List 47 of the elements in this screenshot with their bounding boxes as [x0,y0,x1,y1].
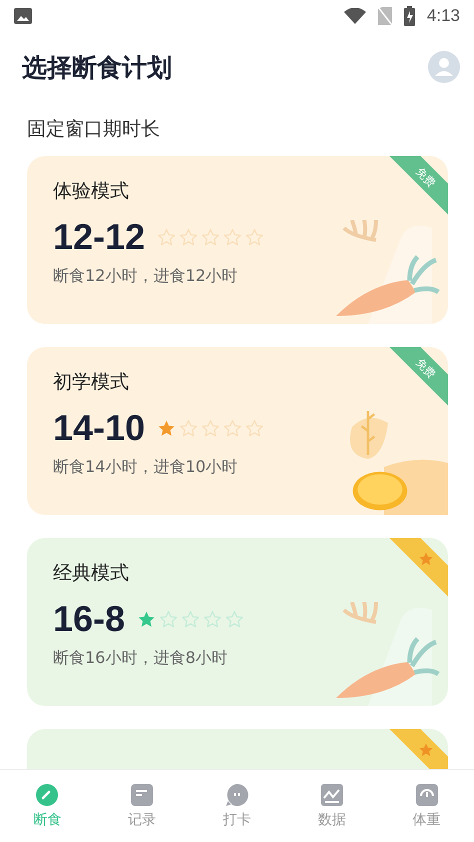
wifi-icon [344,8,366,24]
avatar-icon[interactable] [428,51,460,83]
image-icon [14,8,32,24]
plan-ratio: 16-8 [53,598,126,640]
page-title: 选择断食计划 [22,52,172,84]
star-icon [157,418,176,438]
plan-description: 断食14小时，进食10小时 [53,457,239,478]
empty-star-icon [203,610,222,628]
plan-title: 经典模式 [53,561,130,586]
empty-star-icon [201,228,220,246]
plan-ratio: 14-10 [53,407,146,449]
tab-item[interactable]: 打卡 [212,779,261,833]
clock-time: 4:13 [426,6,460,26]
tab-item[interactable]: 体重 [402,779,451,833]
plan-title: 体验模式 [53,179,130,204]
star-icon [418,551,434,567]
plan-title: 初学模式 [53,370,130,395]
chart-icon [320,783,344,807]
plan-description: 断食16小时，进食8小时 [53,648,229,669]
star-icon [137,610,156,628]
plan-card[interactable]: 经典模式 16-8 断食16小时，进食8小时 [27,538,448,706]
battery-icon [404,6,415,26]
gauge-icon [35,783,60,807]
no-sim-icon [378,7,392,25]
empty-star-icon [201,418,220,438]
tab-item[interactable]: 断食 [23,779,72,833]
plan-card[interactable]: 免费 体验模式 12-12 断食12小时，进食12小时 [27,156,448,324]
empty-star-icon [179,228,198,246]
empty-star-icon [157,228,176,246]
chat-icon [224,783,249,807]
tab-item[interactable]: 数据 [308,779,356,833]
empty-star-icon [223,418,242,438]
empty-star-icon [159,610,178,628]
empty-star-icon [223,228,242,246]
plan-card[interactable]: 免费 初学模式 14-10 断食14小时，进食10小时 [27,347,448,515]
plan-description: 断食12小时，进食12小时 [53,266,239,287]
empty-star-icon [179,418,198,438]
note-icon [130,783,154,807]
empty-star-icon [181,610,200,628]
tab-item[interactable]: 记录 [118,779,166,833]
section-title: 固定窗口期时长 [26,117,161,142]
star-icon [418,742,434,758]
empty-star-icon [245,228,264,246]
empty-star-icon [225,610,244,628]
empty-star-icon [245,418,264,438]
plan-ratio: 12-12 [53,216,146,258]
scale-icon [414,783,439,807]
